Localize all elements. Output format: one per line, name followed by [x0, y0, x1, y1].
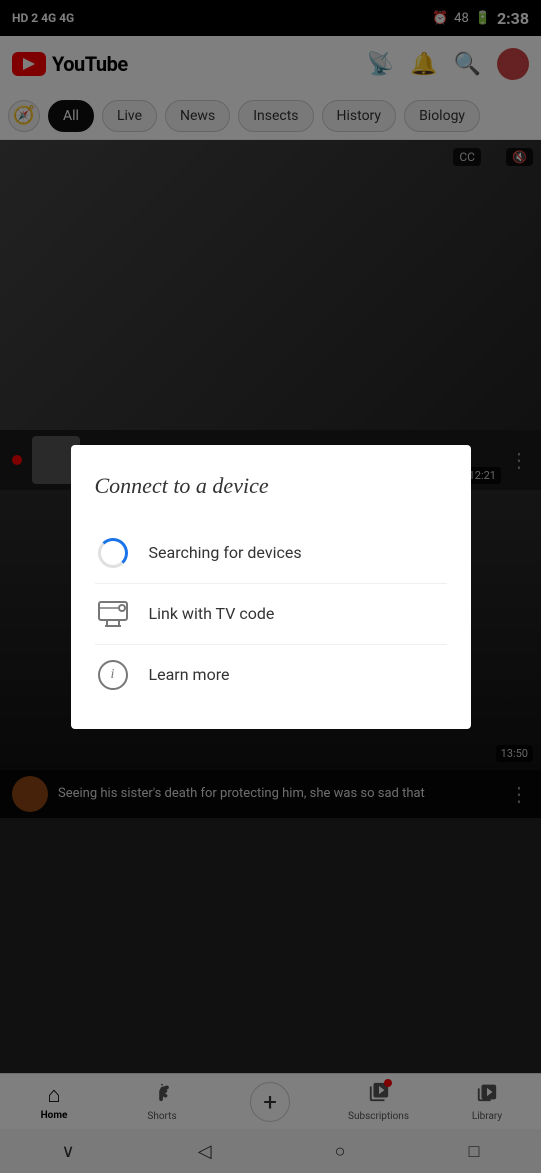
- modal-overlay: Connect to a device Searching for device…: [0, 0, 541, 1173]
- learn-more-modal-label: Learn more: [149, 665, 230, 684]
- modal-title: Connect to a device: [95, 473, 447, 499]
- searching-label: Searching for devices: [149, 543, 302, 562]
- info-circle: i: [98, 660, 128, 690]
- connect-device-dialog: Connect to a device Searching for device…: [71, 445, 471, 729]
- loading-spinner: [98, 538, 128, 568]
- info-icon: i: [95, 657, 131, 693]
- learn-more-item[interactable]: i Learn more: [95, 645, 447, 705]
- tv-code-label: Link with TV code: [149, 604, 275, 623]
- tv-icon: [95, 596, 131, 632]
- searching-item[interactable]: Searching for devices: [95, 523, 447, 584]
- tv-code-item[interactable]: Link with TV code: [95, 584, 447, 645]
- spinner-icon: [95, 535, 131, 571]
